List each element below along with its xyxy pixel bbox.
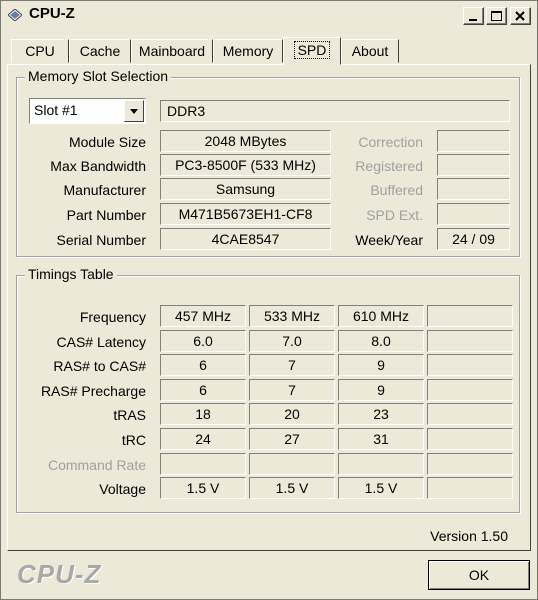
cpuz-window: CPU-Z CPU Cache Mainboard Memory SPD Abo…: [0, 0, 538, 600]
title-bar[interactable]: CPU-Z: [1, 1, 537, 29]
chevron-down-icon: [130, 109, 138, 114]
timing-cell: [427, 403, 513, 425]
memory-type-field: DDR3: [160, 100, 510, 122]
timing-cell: 9: [338, 379, 424, 401]
timing-row-label: Frequency: [79, 309, 146, 325]
spd-ext-label: SPD Ext.: [366, 207, 423, 223]
close-icon: [515, 11, 525, 21]
close-button[interactable]: [510, 7, 531, 25]
minimize-button[interactable]: [463, 7, 484, 25]
module-size-field: 2048 MBytes: [160, 130, 331, 152]
spd-ext-field: [437, 203, 510, 225]
tab-about[interactable]: About: [341, 39, 399, 63]
timing-cell: 533 MHz: [249, 305, 335, 327]
timing-cell: 7: [249, 354, 335, 376]
week-year-label: Week/Year: [355, 232, 423, 248]
tab-bar: CPU Cache Mainboard Memory SPD About: [1, 37, 537, 65]
serial-number-label: Serial Number: [56, 232, 146, 248]
timing-cell: 18: [160, 403, 246, 425]
timing-cell: 9: [338, 354, 424, 376]
tab-label: Cache: [79, 43, 121, 59]
tab-label: SPD: [293, 41, 331, 59]
timing-row-label: tRC: [121, 432, 146, 448]
timing-cell: 31: [338, 428, 424, 450]
timing-cell: [338, 453, 424, 475]
tab-label: About: [351, 43, 389, 59]
timing-cell: 7.0: [249, 330, 335, 352]
timing-cell: [427, 379, 513, 401]
window-title: CPU-Z: [29, 5, 75, 22]
timing-cell: 20: [249, 403, 335, 425]
ok-button[interactable]: OK: [428, 560, 530, 590]
buffered-label: Buffered: [370, 182, 423, 198]
timing-cell: [249, 453, 335, 475]
minimize-icon: [469, 19, 477, 21]
manufacturer-field: Samsung: [160, 178, 331, 200]
buffered-field: [437, 178, 510, 200]
manufacturer-label: Manufacturer: [63, 182, 146, 198]
group-title: Memory Slot Selection: [25, 68, 172, 84]
tab-cache[interactable]: Cache: [69, 39, 131, 63]
tab-label: CPU: [25, 43, 55, 59]
registered-label: Registered: [355, 158, 423, 174]
slot-select[interactable]: Slot #1: [29, 98, 146, 124]
timing-cell: [427, 428, 513, 450]
timing-cell: 6.0: [160, 330, 246, 352]
timing-row-label: Command Rate: [47, 457, 146, 473]
timing-cell: 1.5 V: [338, 477, 424, 499]
timing-cell: 24: [160, 428, 246, 450]
timing-row-label: CAS# Latency: [56, 334, 147, 350]
timing-cell: 6: [160, 379, 246, 401]
timing-cell: [427, 305, 513, 327]
timing-row-label: Voltage: [99, 481, 146, 497]
tab-label: Memory: [222, 43, 274, 59]
maximize-button[interactable]: [486, 7, 507, 25]
timing-row-label: tRAS: [113, 407, 146, 423]
module-size-label: Module Size: [68, 134, 146, 150]
timing-cell: 27: [249, 428, 335, 450]
week-year-field: 24 / 09: [437, 228, 510, 250]
registered-field: [437, 154, 510, 176]
tab-memory[interactable]: Memory: [213, 39, 283, 63]
timing-cell: 1.5 V: [160, 477, 246, 499]
timing-cell: 7: [249, 379, 335, 401]
tab-spd[interactable]: SPD: [283, 37, 341, 65]
cpuz-app-icon: [8, 9, 22, 21]
maximize-icon: [491, 11, 502, 21]
timing-cell: 6: [160, 354, 246, 376]
slot-select-value: Slot #1: [34, 102, 78, 118]
max-bandwidth-field: PC3-8500F (533 MHz): [160, 154, 331, 176]
slot-dropdown-button[interactable]: [124, 100, 144, 122]
correction-label: Correction: [358, 134, 423, 150]
timing-row-label: RAS# Precharge: [40, 383, 146, 399]
timing-cell: [427, 453, 513, 475]
timing-cell: [427, 330, 513, 352]
timing-cell: 457 MHz: [160, 305, 246, 327]
timing-cell: [160, 453, 246, 475]
timing-cell: [427, 477, 513, 499]
timing-cell: 610 MHz: [338, 305, 424, 327]
timing-cell: [427, 354, 513, 376]
timing-cell: 8.0: [338, 330, 424, 352]
timing-cell: 1.5 V: [249, 477, 335, 499]
version-label: Version 1.50: [430, 528, 508, 544]
tab-mainboard[interactable]: Mainboard: [131, 39, 213, 63]
cpuz-logo: CPU-Z: [17, 559, 102, 589]
tab-label: Mainboard: [138, 43, 206, 59]
tab-cpu[interactable]: CPU: [11, 39, 69, 63]
max-bandwidth-label: Max Bandwidth: [50, 158, 146, 174]
part-number-field: M471B5673EH1-CF8: [160, 203, 331, 225]
timing-cell: 23: [338, 403, 424, 425]
timing-row-label: RAS# to CAS#: [53, 358, 146, 374]
serial-number-field: 4CAE8547: [160, 228, 331, 250]
group-title: Timings Table: [25, 266, 117, 282]
correction-field: [437, 130, 510, 152]
part-number-label: Part Number: [66, 207, 146, 223]
